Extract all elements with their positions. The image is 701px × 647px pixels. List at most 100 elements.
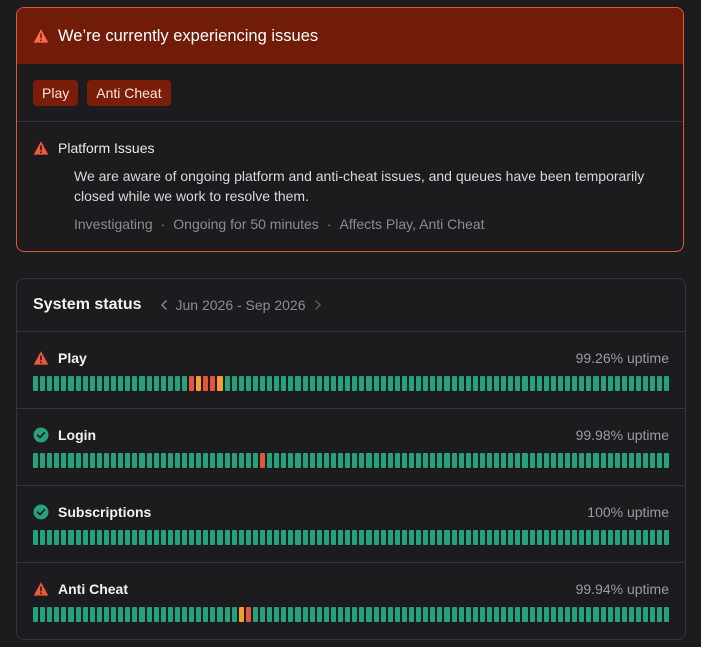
uptime-day-bar[interactable]	[366, 607, 372, 622]
uptime-day-bar[interactable]	[600, 453, 606, 468]
uptime-day-bar[interactable]	[593, 530, 599, 545]
uptime-day-bar[interactable]	[408, 530, 415, 545]
uptime-day-bar[interactable]	[125, 453, 131, 468]
uptime-day-bar[interactable]	[380, 530, 386, 545]
uptime-day-bar[interactable]	[600, 607, 606, 622]
uptime-day-bar[interactable]	[89, 453, 95, 468]
uptime-day-bar[interactable]	[54, 376, 60, 391]
uptime-day-bar[interactable]	[416, 607, 422, 622]
uptime-day-bar[interactable]	[252, 376, 258, 391]
uptime-day-bar[interactable]	[203, 376, 209, 391]
uptime-day-bar[interactable]	[628, 376, 634, 391]
uptime-day-bar[interactable]	[245, 607, 251, 622]
uptime-day-bar[interactable]	[423, 530, 429, 545]
uptime-day-bar[interactable]	[40, 607, 46, 622]
uptime-day-bar[interactable]	[302, 376, 308, 391]
uptime-day-bar[interactable]	[394, 530, 400, 545]
uptime-day-bar[interactable]	[160, 530, 166, 545]
uptime-day-bar[interactable]	[103, 530, 110, 545]
uptime-day-bar[interactable]	[96, 376, 102, 391]
uptime-day-bar[interactable]	[103, 376, 110, 391]
uptime-day-bar[interactable]	[174, 607, 180, 622]
uptime-day-bar[interactable]	[338, 453, 344, 468]
uptime-day-bar[interactable]	[543, 607, 549, 622]
uptime-day-bar[interactable]	[650, 453, 656, 468]
uptime-day-bar[interactable]	[54, 530, 60, 545]
uptime-day-bar[interactable]	[103, 607, 110, 622]
uptime-day-bar[interactable]	[111, 607, 117, 622]
uptime-day-bar[interactable]	[231, 453, 237, 468]
uptime-day-bar[interactable]	[557, 376, 564, 391]
uptime-day-bar[interactable]	[444, 530, 450, 545]
uptime-day-bar[interactable]	[75, 453, 81, 468]
uptime-day-bar[interactable]	[181, 453, 188, 468]
uptime-day-bar[interactable]	[501, 376, 507, 391]
uptime-day-bar[interactable]	[458, 453, 464, 468]
uptime-day-bar[interactable]	[572, 530, 578, 545]
uptime-day-bar[interactable]	[125, 607, 131, 622]
uptime-day-bar[interactable]	[47, 530, 53, 545]
uptime-day-bar[interactable]	[54, 607, 60, 622]
uptime-day-bar[interactable]	[89, 607, 95, 622]
uptime-day-bar[interactable]	[153, 530, 159, 545]
uptime-day-bar[interactable]	[302, 607, 308, 622]
uptime-day-bar[interactable]	[281, 530, 287, 545]
uptime-day-bar[interactable]	[302, 453, 308, 468]
uptime-day-bar[interactable]	[89, 530, 95, 545]
uptime-day-bar[interactable]	[47, 453, 53, 468]
uptime-day-bar[interactable]	[557, 530, 564, 545]
uptime-day-bar[interactable]	[196, 607, 202, 622]
uptime-day-bar[interactable]	[302, 530, 308, 545]
uptime-day-bar[interactable]	[522, 607, 528, 622]
uptime-day-bar[interactable]	[387, 607, 393, 622]
uptime-day-bar[interactable]	[387, 453, 393, 468]
uptime-day-bar[interactable]	[160, 376, 166, 391]
uptime-day-bar[interactable]	[96, 607, 102, 622]
uptime-day-bar[interactable]	[288, 607, 294, 622]
uptime-day-bar[interactable]	[635, 453, 642, 468]
uptime-day-bar[interactable]	[451, 530, 457, 545]
uptime-day-bar[interactable]	[132, 530, 138, 545]
uptime-day-bar[interactable]	[408, 453, 415, 468]
uptime-day-bar[interactable]	[210, 530, 216, 545]
uptime-day-bar[interactable]	[245, 376, 251, 391]
uptime-day-bar[interactable]	[323, 530, 329, 545]
uptime-day-bar[interactable]	[210, 376, 216, 391]
uptime-day-bar[interactable]	[614, 607, 620, 622]
uptime-day-bar[interactable]	[309, 530, 315, 545]
uptime-day-bar[interactable]	[288, 376, 294, 391]
uptime-day-bar[interactable]	[359, 530, 365, 545]
uptime-day-bar[interactable]	[444, 453, 450, 468]
uptime-day-bar[interactable]	[664, 607, 670, 622]
uptime-day-bar[interactable]	[174, 376, 180, 391]
uptime-day-bar[interactable]	[487, 453, 493, 468]
uptime-day-bar[interactable]	[89, 376, 95, 391]
uptime-day-bar[interactable]	[515, 607, 521, 622]
uptime-day-bar[interactable]	[61, 453, 67, 468]
uptime-day-bar[interactable]	[111, 530, 117, 545]
uptime-day-bar[interactable]	[572, 453, 578, 468]
uptime-day-bar[interactable]	[479, 376, 485, 391]
uptime-day-bar[interactable]	[430, 607, 436, 622]
uptime-day-bar[interactable]	[487, 607, 493, 622]
uptime-day-bar[interactable]	[472, 376, 478, 391]
tag-play[interactable]: Play	[33, 79, 79, 106]
uptime-day-bar[interactable]	[593, 376, 599, 391]
uptime-day-bar[interactable]	[33, 376, 39, 391]
uptime-day-bar[interactable]	[260, 607, 266, 622]
uptime-day-bar[interactable]	[203, 453, 209, 468]
uptime-day-bar[interactable]	[401, 376, 407, 391]
uptime-day-bar[interactable]	[267, 453, 273, 468]
uptime-day-bar[interactable]	[621, 376, 627, 391]
uptime-day-bar[interactable]	[572, 607, 578, 622]
uptime-day-bar[interactable]	[472, 453, 478, 468]
uptime-day-bar[interactable]	[61, 607, 67, 622]
uptime-day-bar[interactable]	[153, 453, 159, 468]
uptime-day-bar[interactable]	[146, 530, 152, 545]
uptime-day-bar[interactable]	[586, 607, 592, 622]
uptime-day-bar[interactable]	[664, 530, 670, 545]
uptime-day-bar[interactable]	[231, 607, 237, 622]
uptime-day-bar[interactable]	[373, 453, 379, 468]
uptime-day-bar[interactable]	[515, 530, 521, 545]
uptime-day-bar[interactable]	[579, 376, 585, 391]
